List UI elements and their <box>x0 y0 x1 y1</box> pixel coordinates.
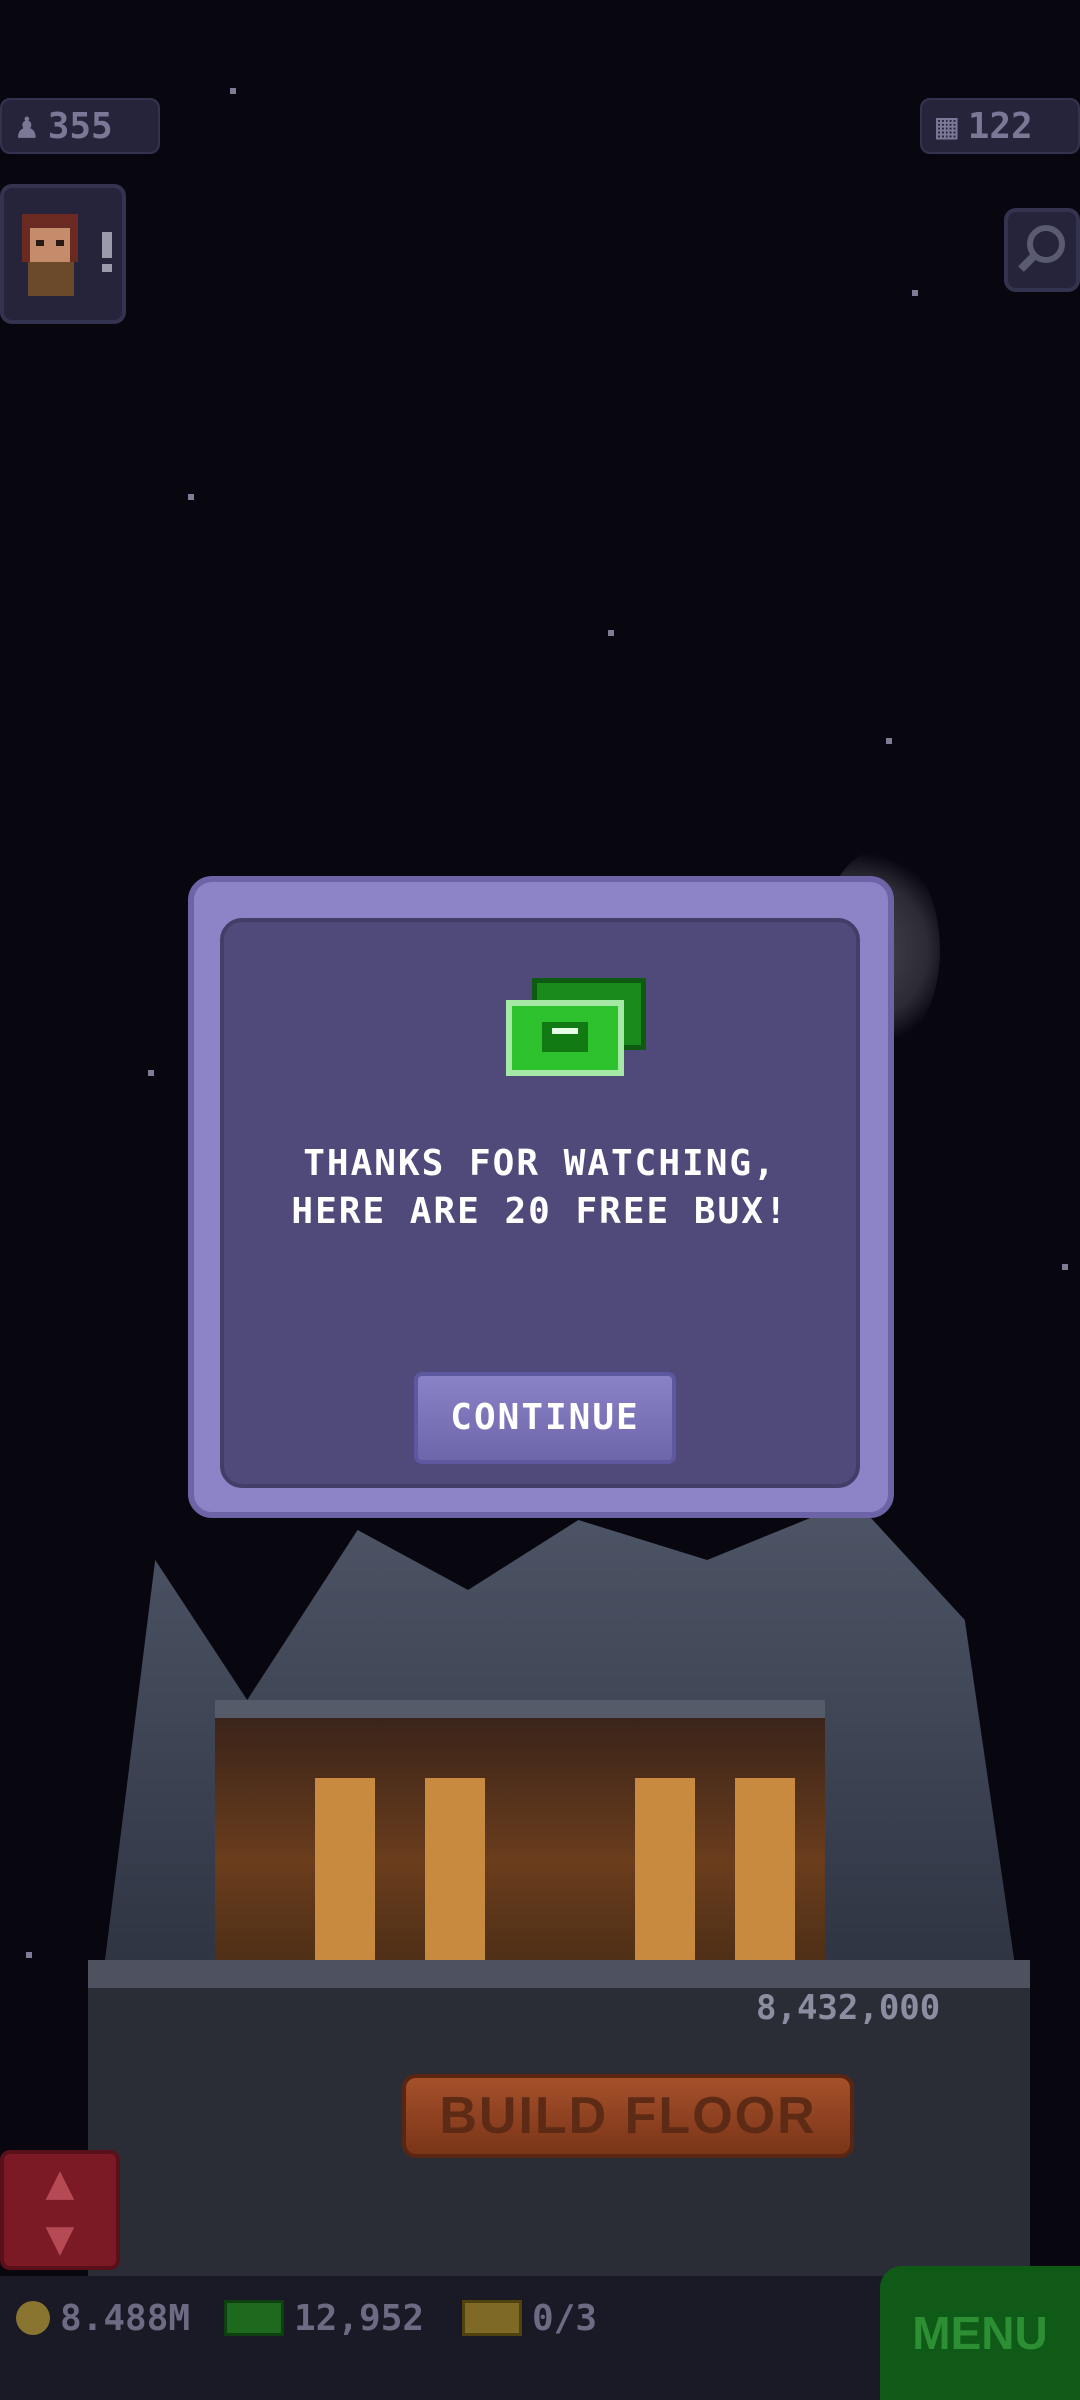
population-value: 355 <box>47 105 113 147</box>
star <box>912 290 918 296</box>
bux-value: 12,952 <box>294 2297 425 2339</box>
floor-cost: 8,432,000 <box>756 1988 941 2028</box>
bitizen-avatar-icon <box>22 214 112 296</box>
star <box>148 1070 154 1076</box>
star <box>26 1952 32 1958</box>
star <box>886 738 892 744</box>
elevator-button[interactable]: ▲ ▼ <box>0 2150 120 2270</box>
coins-value: 8.488M <box>60 2297 191 2339</box>
reward-dialog: THANKS FOR WATCHING, HERE ARE 20 FREE BU… <box>188 876 894 1518</box>
bux-icon <box>506 978 646 1078</box>
continue-button[interactable]: CONTINUE <box>414 1372 676 1464</box>
reward-message: THANKS FOR WATCHING, HERE ARE 20 FREE BU… <box>291 1143 789 1232</box>
reward-dialog-body: THANKS FOR WATCHING, HERE ARE 20 FREE BU… <box>220 918 860 1488</box>
bux-stat: 12,952 <box>224 2294 424 2342</box>
lobby-floor <box>215 1700 825 1978</box>
tickets-value: 0/3 <box>532 2297 598 2339</box>
build-floor-button[interactable]: BUILD FLOOR <box>402 2074 854 2158</box>
coin-icon <box>16 2301 50 2335</box>
building-icon: ▦ <box>936 105 958 147</box>
floors-counter: ▦ 122 <box>920 98 1080 154</box>
ticket-icon <box>462 2300 522 2336</box>
star <box>608 630 614 636</box>
lobby-window <box>735 1778 795 1978</box>
lobby-window <box>425 1778 485 1978</box>
search-button[interactable] <box>1004 208 1080 292</box>
tickets-stat: 0/3 <box>462 2294 597 2342</box>
star <box>188 494 194 500</box>
star <box>230 88 236 94</box>
population-counter: ♟ 355 <box>0 98 160 154</box>
lobby-window <box>635 1778 695 1978</box>
up-down-arrows-icon: ▲ ▼ <box>45 2154 75 2266</box>
coins-stat: 8.488M <box>16 2294 190 2342</box>
bux-icon <box>224 2300 284 2336</box>
star <box>1062 1264 1068 1270</box>
magnifier-icon <box>1018 225 1065 272</box>
bitizen-notification-button[interactable] <box>0 184 126 324</box>
floors-value: 122 <box>967 105 1033 147</box>
person-icon: ♟ <box>16 105 38 147</box>
menu-button[interactable]: MENU <box>880 2266 1080 2400</box>
lobby-window <box>315 1778 375 1978</box>
